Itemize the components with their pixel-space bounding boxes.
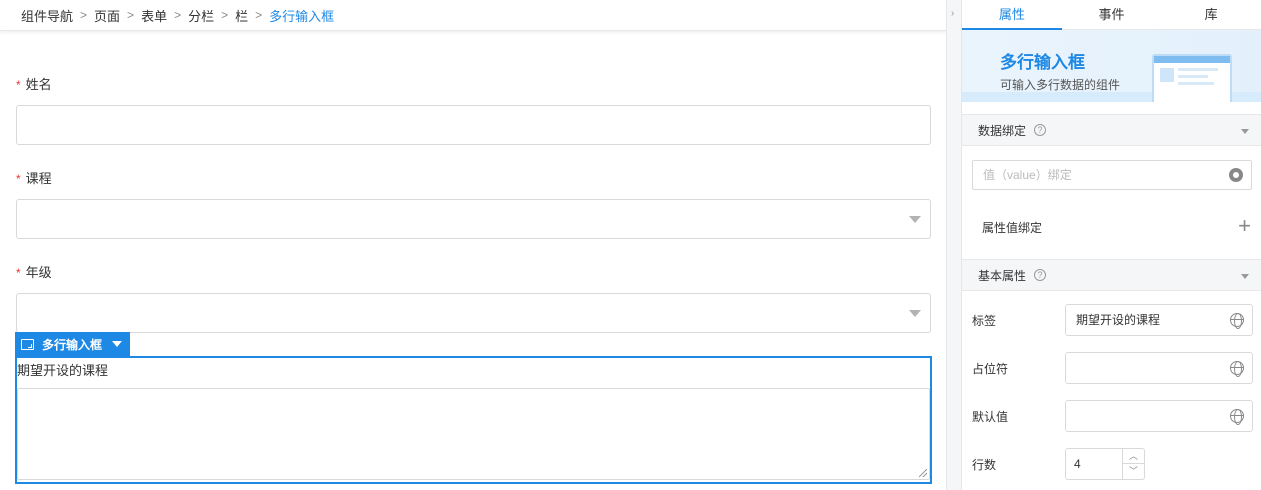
selected-component-tag[interactable]: 多行输入框 <box>15 332 131 356</box>
section-basic-props[interactable]: 基本属性 ? <box>962 259 1261 291</box>
panel-tabs: 属性 事件 库 <box>962 0 1261 30</box>
tab-properties[interactable]: 属性 <box>962 0 1062 30</box>
chevron-right-icon: > <box>174 8 182 22</box>
prop-rows-key: 行数 <box>972 458 997 472</box>
breadcrumb-item[interactable]: 页面 > <box>94 6 141 25</box>
tab-library[interactable]: 库 <box>1161 0 1261 29</box>
chevron-right-icon: > <box>255 8 263 22</box>
breadcrumb-item[interactable]: 组件导航 > <box>21 6 94 25</box>
required-mark: * <box>16 266 21 280</box>
caret-down-icon <box>909 216 921 223</box>
properties-panel: 属性 事件 库 多行输入框 可输入多行数据的组件 数据绑定 ? 值（value）… <box>962 0 1261 490</box>
field-label: * 姓名 <box>16 77 52 92</box>
breadcrumb-current: 多行输入框 <box>269 8 335 24</box>
breadcrumb: 组件导航 > 页面 > 表单 > 分栏 > 栏 > 多行输入框 <box>0 0 946 31</box>
prop-default-key: 默认值 <box>972 410 1009 424</box>
attr-binding-label: 属性值绑定 <box>982 221 1043 235</box>
rows-stepper[interactable]: 4 ︿ ﹀ <box>1065 448 1145 480</box>
textarea-icon <box>21 338 34 350</box>
globe-icon[interactable] <box>1230 409 1244 425</box>
prop-placeholder-key: 占位符 <box>972 362 1009 376</box>
required-mark: * <box>16 78 21 92</box>
required-mark: * <box>16 172 21 186</box>
breadcrumb-item[interactable]: 表单 > <box>141 6 188 25</box>
chevron-right-icon: › <box>951 8 955 19</box>
caret-down-icon <box>909 310 921 317</box>
course-select[interactable] <box>16 199 931 239</box>
chevron-right-icon: > <box>80 8 88 22</box>
chevron-right-icon: > <box>221 8 229 22</box>
panel-collapse-toggle[interactable]: › <box>946 0 962 490</box>
caret-down-icon <box>1241 129 1249 134</box>
section-data-binding[interactable]: 数据绑定 ? <box>962 114 1261 146</box>
placeholder-input[interactable] <box>1065 352 1253 384</box>
textarea-field[interactable] <box>17 388 930 480</box>
form-item-grade: * 年级 <box>16 264 931 333</box>
decrement-icon[interactable]: ﹀ <box>1123 464 1144 479</box>
field-label: * 课程 <box>16 171 52 186</box>
form-item-course: * 课程 <box>16 170 931 239</box>
component-description: 可输入多行数据的组件 <box>1000 78 1121 92</box>
caret-down-icon <box>1241 274 1249 279</box>
breadcrumb-item[interactable]: 分栏 > <box>188 6 235 25</box>
form-canvas: 组件导航 > 页面 > 表单 > 分栏 > 栏 > 多行输入框 * 姓名 * 课程 * 年级 多… <box>0 0 946 490</box>
prop-label-key: 标签 <box>972 314 997 328</box>
label-input[interactable]: 期望开设的课程 <box>1065 304 1253 336</box>
gear-icon[interactable] <box>1229 168 1243 182</box>
form-item-name: * 姓名 <box>16 76 931 145</box>
globe-icon[interactable] <box>1230 313 1244 329</box>
help-icon[interactable]: ? <box>1034 269 1047 281</box>
selected-textarea-component[interactable]: 期望开设的课程 <box>15 356 932 484</box>
component-hero: 多行输入框 可输入多行数据的组件 <box>962 30 1261 102</box>
default-value-input[interactable] <box>1065 400 1253 432</box>
globe-icon[interactable] <box>1230 361 1244 377</box>
field-label: * 年级 <box>16 265 52 280</box>
grade-select[interactable] <box>16 293 931 333</box>
add-icon[interactable]: + <box>1238 215 1251 237</box>
help-icon[interactable]: ? <box>1034 124 1047 136</box>
value-binding-input[interactable]: 值（value）绑定 <box>972 160 1252 190</box>
component-title: 多行输入框 <box>1000 53 1085 72</box>
resize-handle-icon[interactable] <box>919 469 927 477</box>
increment-icon[interactable]: ︿ <box>1123 449 1144 464</box>
textarea-illustration-icon <box>1152 54 1232 102</box>
breadcrumb-item[interactable]: 栏 > <box>235 6 269 25</box>
textarea-label: 期望开设的课程 <box>17 363 109 378</box>
caret-down-icon[interactable] <box>112 341 123 347</box>
chevron-right-icon: > <box>127 8 135 22</box>
name-input[interactable] <box>16 105 931 145</box>
tab-events[interactable]: 事件 <box>1062 0 1162 29</box>
